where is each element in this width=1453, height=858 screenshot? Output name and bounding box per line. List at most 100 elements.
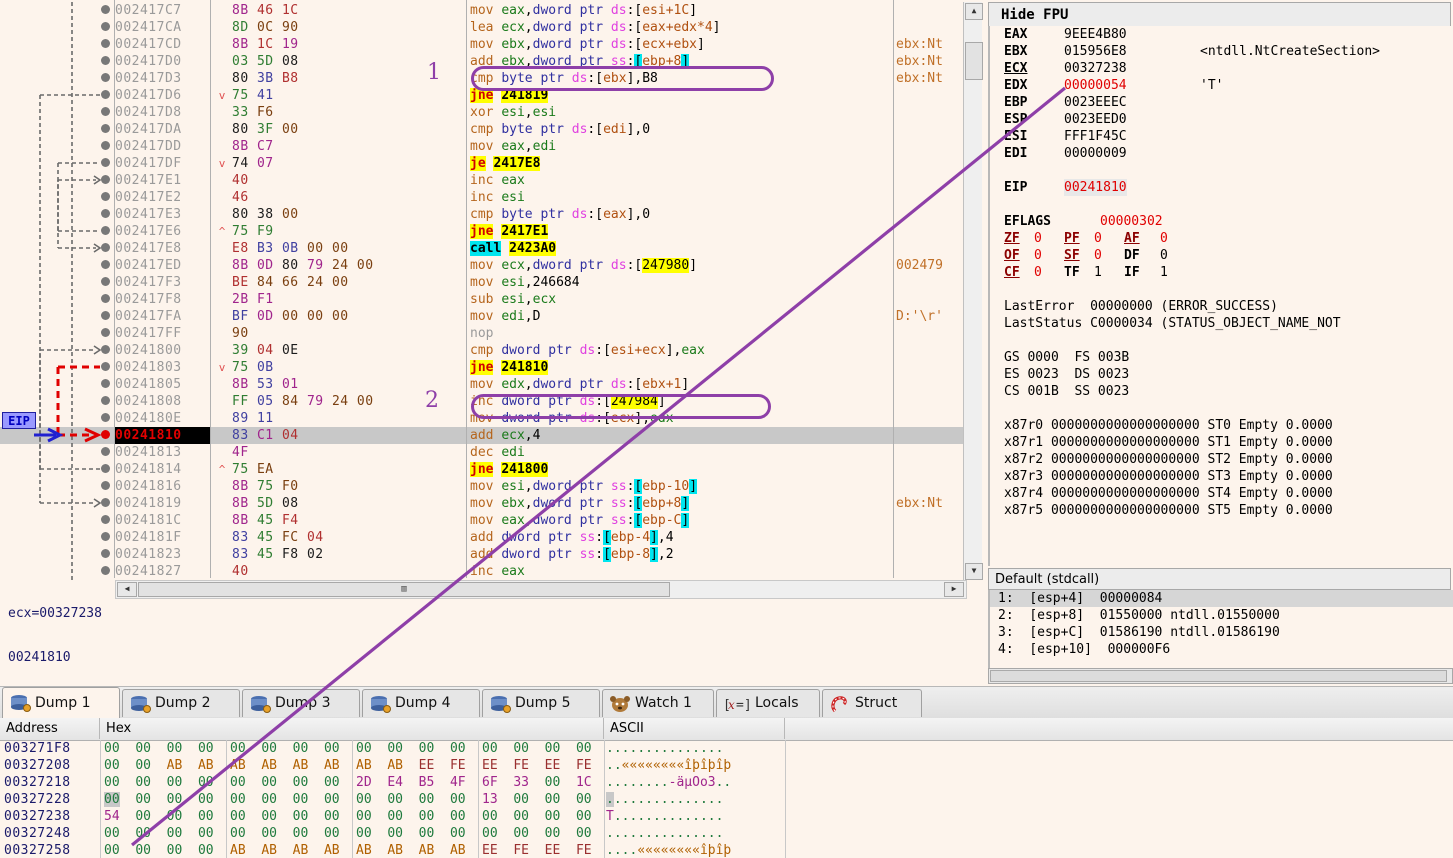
- scroll-right-button[interactable]: ▶: [944, 582, 964, 597]
- dump-hex-group[interactable]: 00 00 00 00: [230, 791, 340, 808]
- disassembly-row[interactable]: 002418198B 5D 08mov ebx,dword ptr ss:[eb…: [0, 495, 963, 512]
- flags-row[interactable]: ZF0PF0AF0: [990, 230, 1453, 247]
- dump-hex-group[interactable]: EE FE EE FE: [482, 757, 592, 774]
- dump-hex-group[interactable]: AB AB EE FE: [356, 757, 466, 774]
- dump-hex-byte[interactable]: 13: [482, 792, 498, 807]
- dump-hex-byte[interactable]: 00: [230, 741, 246, 756]
- dump-hex-group[interactable]: 00 00 00 00: [104, 740, 214, 757]
- dump-hex-byte[interactable]: EE: [419, 758, 435, 773]
- register-value[interactable]: 00000009: [1064, 145, 1127, 162]
- dump-hex-byte[interactable]: 00: [104, 775, 120, 790]
- dump-hex-byte[interactable]: 00: [104, 741, 120, 756]
- scroll-down-button[interactable]: ▼: [965, 563, 983, 580]
- register-value[interactable]: 00241810: [1064, 179, 1127, 196]
- dump-hex-byte[interactable]: AB: [387, 758, 403, 773]
- dump-hex-byte[interactable]: 00: [576, 809, 592, 824]
- dump-hex-byte[interactable]: 00: [230, 775, 246, 790]
- argument-row[interactable]: 4: [esp+10] 000000F6: [990, 641, 1453, 658]
- dump-hex-byte[interactable]: 00: [167, 826, 183, 841]
- dump-hex-byte[interactable]: 00: [198, 843, 214, 858]
- dump-hex-byte[interactable]: 54: [104, 809, 120, 824]
- dump-hex-byte[interactable]: 00: [545, 809, 561, 824]
- dump-hex-byte[interactable]: 2D: [356, 775, 372, 790]
- dump-hex-byte[interactable]: AB: [293, 758, 309, 773]
- disassembly-row[interactable]: 002417F82B F1sub esi,ecx: [0, 291, 963, 308]
- tab-dump-3[interactable]: Dump 3: [242, 689, 360, 717]
- dump-hex-byte[interactable]: 00: [324, 826, 340, 841]
- dump-hex-byte[interactable]: 00: [293, 826, 309, 841]
- dump-hex-byte[interactable]: 00: [356, 809, 372, 824]
- dump-hex-byte[interactable]: FE: [513, 843, 529, 858]
- register-value[interactable]: 00327238: [1064, 60, 1127, 77]
- hscroll-thumb[interactable]: ▥: [138, 582, 670, 597]
- dump-hex-byte[interactable]: 00: [230, 826, 246, 841]
- dump-hex-byte[interactable]: 00: [450, 826, 466, 841]
- dump-hex-byte[interactable]: FE: [576, 758, 592, 773]
- dump-hex-group[interactable]: 00 00 00 00: [356, 825, 466, 842]
- tab-locals[interactable]: [x=]Locals: [716, 689, 820, 717]
- dump-hex-byte[interactable]: 00: [293, 775, 309, 790]
- disassembly-row[interactable]: 002418134Fdec edi: [0, 444, 963, 461]
- dump-hex-byte[interactable]: 00: [167, 775, 183, 790]
- fpu-register-row[interactable]: x87r3 0000000000000000000 ST3 Empty 0.00…: [990, 468, 1453, 485]
- register-value[interactable]: 015956E8: [1064, 43, 1127, 60]
- dump-hex-byte[interactable]: 00: [293, 741, 309, 756]
- arguments-scrollbar[interactable]: [988, 668, 1453, 684]
- dump-hex-byte[interactable]: 00: [104, 792, 120, 807]
- fpu-register-row[interactable]: x87r4 0000000000000000000 ST4 Empty 0.00…: [990, 485, 1453, 502]
- arguments-list[interactable]: 1: [esp+4] 000000842: [esp+8] 01550000 n…: [988, 590, 1453, 668]
- dump-ascii[interactable]: ...............: [606, 825, 723, 842]
- dump-hex-byte[interactable]: 00: [545, 775, 561, 790]
- dump-hex-byte[interactable]: AB: [387, 843, 403, 858]
- flags-row[interactable]: CF0TF1IF1: [990, 264, 1453, 281]
- flags-row[interactable]: OF0SF0DF0: [990, 247, 1453, 264]
- register-row[interactable]: LastStatus C0000034 (STATUS_OBJECT_NAME_…: [990, 315, 1453, 332]
- register-row[interactable]: EAX9EEE4B80: [990, 26, 1453, 43]
- dump-row[interactable]: 003271F800 00 00 0000 00 00 0000 00 00 0…: [0, 740, 1453, 757]
- argument-row[interactable]: 2: [esp+8] 01550000 ntdll.01550000: [990, 607, 1453, 624]
- dump-hex-byte[interactable]: 00: [419, 826, 435, 841]
- disassembly-row[interactable]: 002417E140inc eax: [0, 172, 963, 189]
- dump-hex-byte[interactable]: 00: [293, 809, 309, 824]
- argument-value[interactable]: 000000F6: [1108, 642, 1171, 657]
- disassembly-row[interactable]: 002418058B 53 01mov edx,dword ptr ds:[eb…: [0, 376, 963, 393]
- dump-hex-byte[interactable]: 00: [513, 741, 529, 756]
- dump-hex-byte[interactable]: 00: [230, 792, 246, 807]
- dump-hex-byte[interactable]: 00: [104, 826, 120, 841]
- dump-hex-byte[interactable]: 00: [198, 792, 214, 807]
- flag-value[interactable]: 1: [1160, 264, 1168, 281]
- dump-hex-group[interactable]: AB AB AB AB: [230, 757, 340, 774]
- dump-hex-byte[interactable]: 00: [419, 809, 435, 824]
- dump-hex-byte[interactable]: 00: [387, 741, 403, 756]
- disassembly-row[interactable]: 002417DA80 3F 00cmp byte ptr ds:[edi],0: [0, 121, 963, 138]
- disassembly-row[interactable]: 002417E246inc esi: [0, 189, 963, 206]
- register-row[interactable]: EDI00000009: [990, 145, 1453, 162]
- register-value[interactable]: FFF1F45C: [1064, 128, 1127, 145]
- register-row[interactable]: GS 0000 FS 003B: [990, 349, 1453, 366]
- register-row[interactable]: EBX015956E8<ntdll.NtCreateSection>: [990, 43, 1453, 60]
- dump-hex-byte[interactable]: 00: [545, 826, 561, 841]
- dump-hex-group[interactable]: 00 00 00 00: [356, 791, 466, 808]
- argument-value[interactable]: 00000084: [1100, 591, 1163, 606]
- register-row[interactable]: LastError 00000000 (ERROR_SUCCESS): [990, 298, 1453, 315]
- fpu-register-row[interactable]: x87r5 0000000000000000000 ST5 Empty 0.00…: [990, 502, 1453, 519]
- dump-ascii[interactable]: ...............: [606, 740, 723, 757]
- disassembly-row[interactable]: 002417E8E8 B3 0B 00 00call 2423A0: [0, 240, 963, 257]
- scroll-left-button[interactable]: ◀: [117, 582, 137, 597]
- scroll-up-button[interactable]: ▲: [965, 3, 983, 20]
- argument-value[interactable]: 01550000: [1100, 608, 1163, 623]
- dump-hex-byte[interactable]: AB: [230, 843, 246, 858]
- dump-hex-byte[interactable]: 00: [576, 792, 592, 807]
- register-value[interactable]: 00000054: [1064, 77, 1127, 94]
- dump-hex-byte[interactable]: AB: [261, 758, 277, 773]
- dump-hex-group[interactable]: 00 00 00 00: [230, 740, 340, 757]
- dump-row[interactable]: 0032725800 00 00 00AB AB AB ABAB AB AB A…: [0, 842, 1453, 858]
- dump-hex-byte[interactable]: 00: [261, 775, 277, 790]
- register-row[interactable]: EBP0023EEEC: [990, 94, 1453, 111]
- dump-hex-byte[interactable]: 00: [104, 843, 120, 858]
- dump-hex-byte[interactable]: 33: [513, 775, 529, 790]
- register-value[interactable]: 00000302: [1100, 213, 1163, 230]
- dump-hex-byte[interactable]: 00: [324, 775, 340, 790]
- arguments-panel[interactable]: Default (stdcall) 1: [esp+4] 000000842: …: [986, 568, 1453, 684]
- dump-hex-byte[interactable]: 00: [482, 826, 498, 841]
